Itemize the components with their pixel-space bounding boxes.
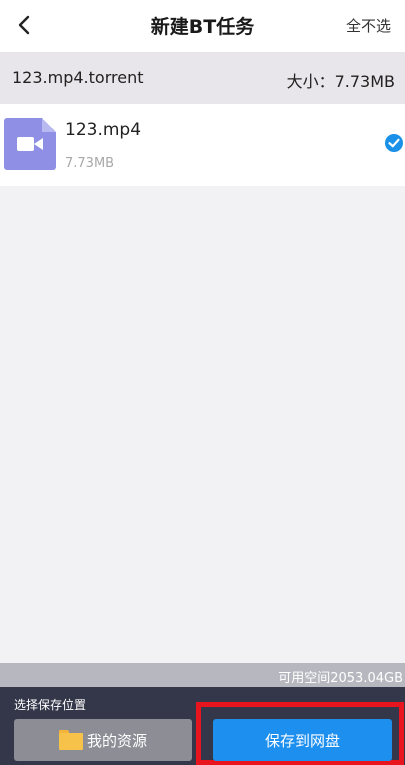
- folder-icon: [58, 730, 83, 750]
- page-title: 新建BT任务: [150, 16, 255, 38]
- torrent-size: 大小：7.73MB: [286, 72, 395, 91]
- my-resources-label: 我的资源: [86, 731, 147, 750]
- header-bar: 新建BT任务 全不选: [0, 0, 405, 52]
- torrent-info-bar: 123.mp4.torrent 大小：7.73MB: [0, 52, 405, 104]
- list-item[interactable]: 123.mp4 7.73MB: [0, 104, 405, 186]
- save-location-label: 选择保存位置: [14, 698, 87, 712]
- save-to-cloud-label: 保存到网盘: [264, 731, 340, 750]
- checkmark-icon[interactable]: [385, 134, 403, 152]
- my-resources-button[interactable]: 我的资源: [14, 719, 192, 761]
- save-to-cloud-button[interactable]: 保存到网盘: [213, 719, 392, 761]
- file-name: 123.mp4: [65, 120, 142, 140]
- bt-task-screen: 新建BT任务 全不选 123.mp4.torrent 大小：7.73MB 123…: [0, 0, 405, 765]
- video-file-icon: [4, 118, 56, 170]
- storage-strip: 可用空间2053.04GB: [0, 663, 405, 687]
- torrent-name: 123.mp4.torrent: [12, 68, 144, 87]
- available-space: 可用空间2053.04GB: [278, 671, 403, 686]
- file-size: 7.73MB: [65, 156, 115, 171]
- deselect-all-button[interactable]: 全不选: [346, 15, 391, 36]
